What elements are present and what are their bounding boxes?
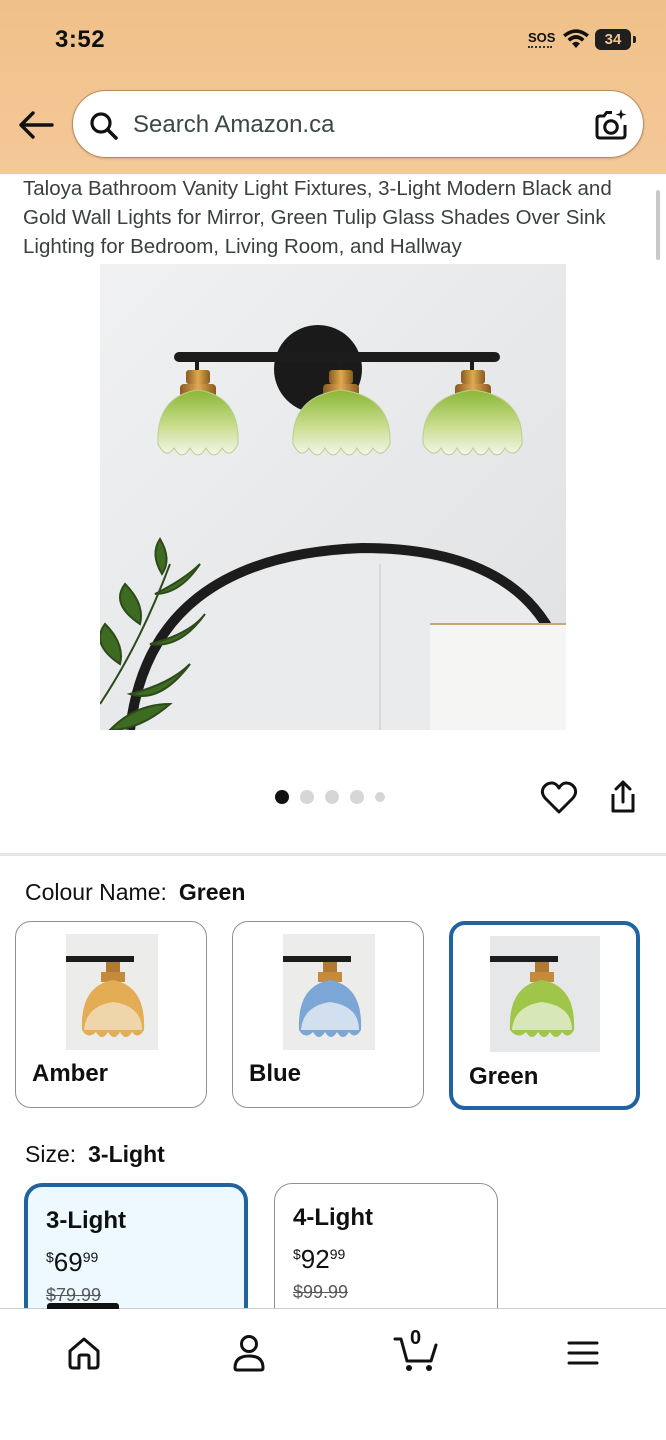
colour-option-blue[interactable]: Blue xyxy=(232,921,424,1108)
image-pager[interactable] xyxy=(275,790,385,804)
search-bar[interactable] xyxy=(72,90,644,158)
blue-thumbnail xyxy=(283,934,375,1050)
size-label-row: Size: 3-Light xyxy=(25,1141,165,1168)
product-title: Taloya Bathroom Vanity Light Fixtures, 3… xyxy=(23,177,612,258)
colour-selected-value: Green xyxy=(178,879,246,905)
status-time: 3:52 xyxy=(55,26,106,53)
scroll-indicator xyxy=(656,190,660,260)
share-icon[interactable] xyxy=(608,779,638,815)
size-selected-value: 3-Light xyxy=(88,1141,165,1167)
pager-dot[interactable] xyxy=(350,790,364,804)
vanity-light-photo xyxy=(100,264,566,730)
hamburger-menu-icon xyxy=(567,1341,599,1365)
size-option-label: 4-Light xyxy=(293,1204,373,1231)
camera-search-icon[interactable] xyxy=(593,107,629,143)
pager-dot[interactable] xyxy=(325,790,339,804)
heart-icon[interactable] xyxy=(540,780,578,816)
home-icon xyxy=(68,1337,100,1370)
size-option-price: $6999 xyxy=(46,1247,99,1277)
pager-dot[interactable] xyxy=(275,790,289,804)
bottom-nav: 0 xyxy=(0,1303,666,1440)
colour-option-amber[interactable]: Amber xyxy=(15,921,207,1108)
wifi-icon xyxy=(563,29,589,48)
search-icon xyxy=(90,112,118,140)
colour-label: Colour Name: xyxy=(25,879,167,905)
battery-level: 34 xyxy=(604,31,622,48)
app-header: 3:52 SOS 34 xyxy=(0,0,666,174)
size-option-price: $9299 xyxy=(293,1244,346,1274)
colour-label-row: Colour Name: Green xyxy=(25,879,245,906)
back-arrow-icon[interactable] xyxy=(16,108,56,142)
cart-count-badge: 0 xyxy=(410,1327,422,1349)
nav-account[interactable] xyxy=(217,1327,281,1379)
product-image[interactable] xyxy=(100,264,566,730)
nav-cart[interactable]: 0 xyxy=(384,1327,448,1379)
nav-menu[interactable] xyxy=(551,1327,615,1379)
section-divider xyxy=(0,853,666,856)
colour-option-label: Green xyxy=(469,1063,539,1090)
amber-thumbnail xyxy=(66,934,158,1050)
person-icon xyxy=(233,1335,265,1372)
nav-home[interactable] xyxy=(52,1327,116,1379)
search-input[interactable] xyxy=(133,105,573,145)
pager-dot[interactable] xyxy=(300,790,314,804)
battery-icon: 34 xyxy=(595,29,636,50)
colour-option-label: Amber xyxy=(32,1060,109,1087)
size-option-list-price: $99.99 xyxy=(293,1282,349,1302)
size-option-label: 3-Light xyxy=(46,1207,126,1234)
sos-indicator: SOS xyxy=(528,30,556,48)
size-label: Size: xyxy=(25,1141,77,1167)
green-thumbnail xyxy=(490,936,600,1052)
active-tab-indicator xyxy=(47,1303,119,1309)
colour-option-green[interactable]: Green xyxy=(449,921,640,1110)
pager-dot[interactable] xyxy=(375,792,385,802)
colour-option-label: Blue xyxy=(249,1060,302,1087)
